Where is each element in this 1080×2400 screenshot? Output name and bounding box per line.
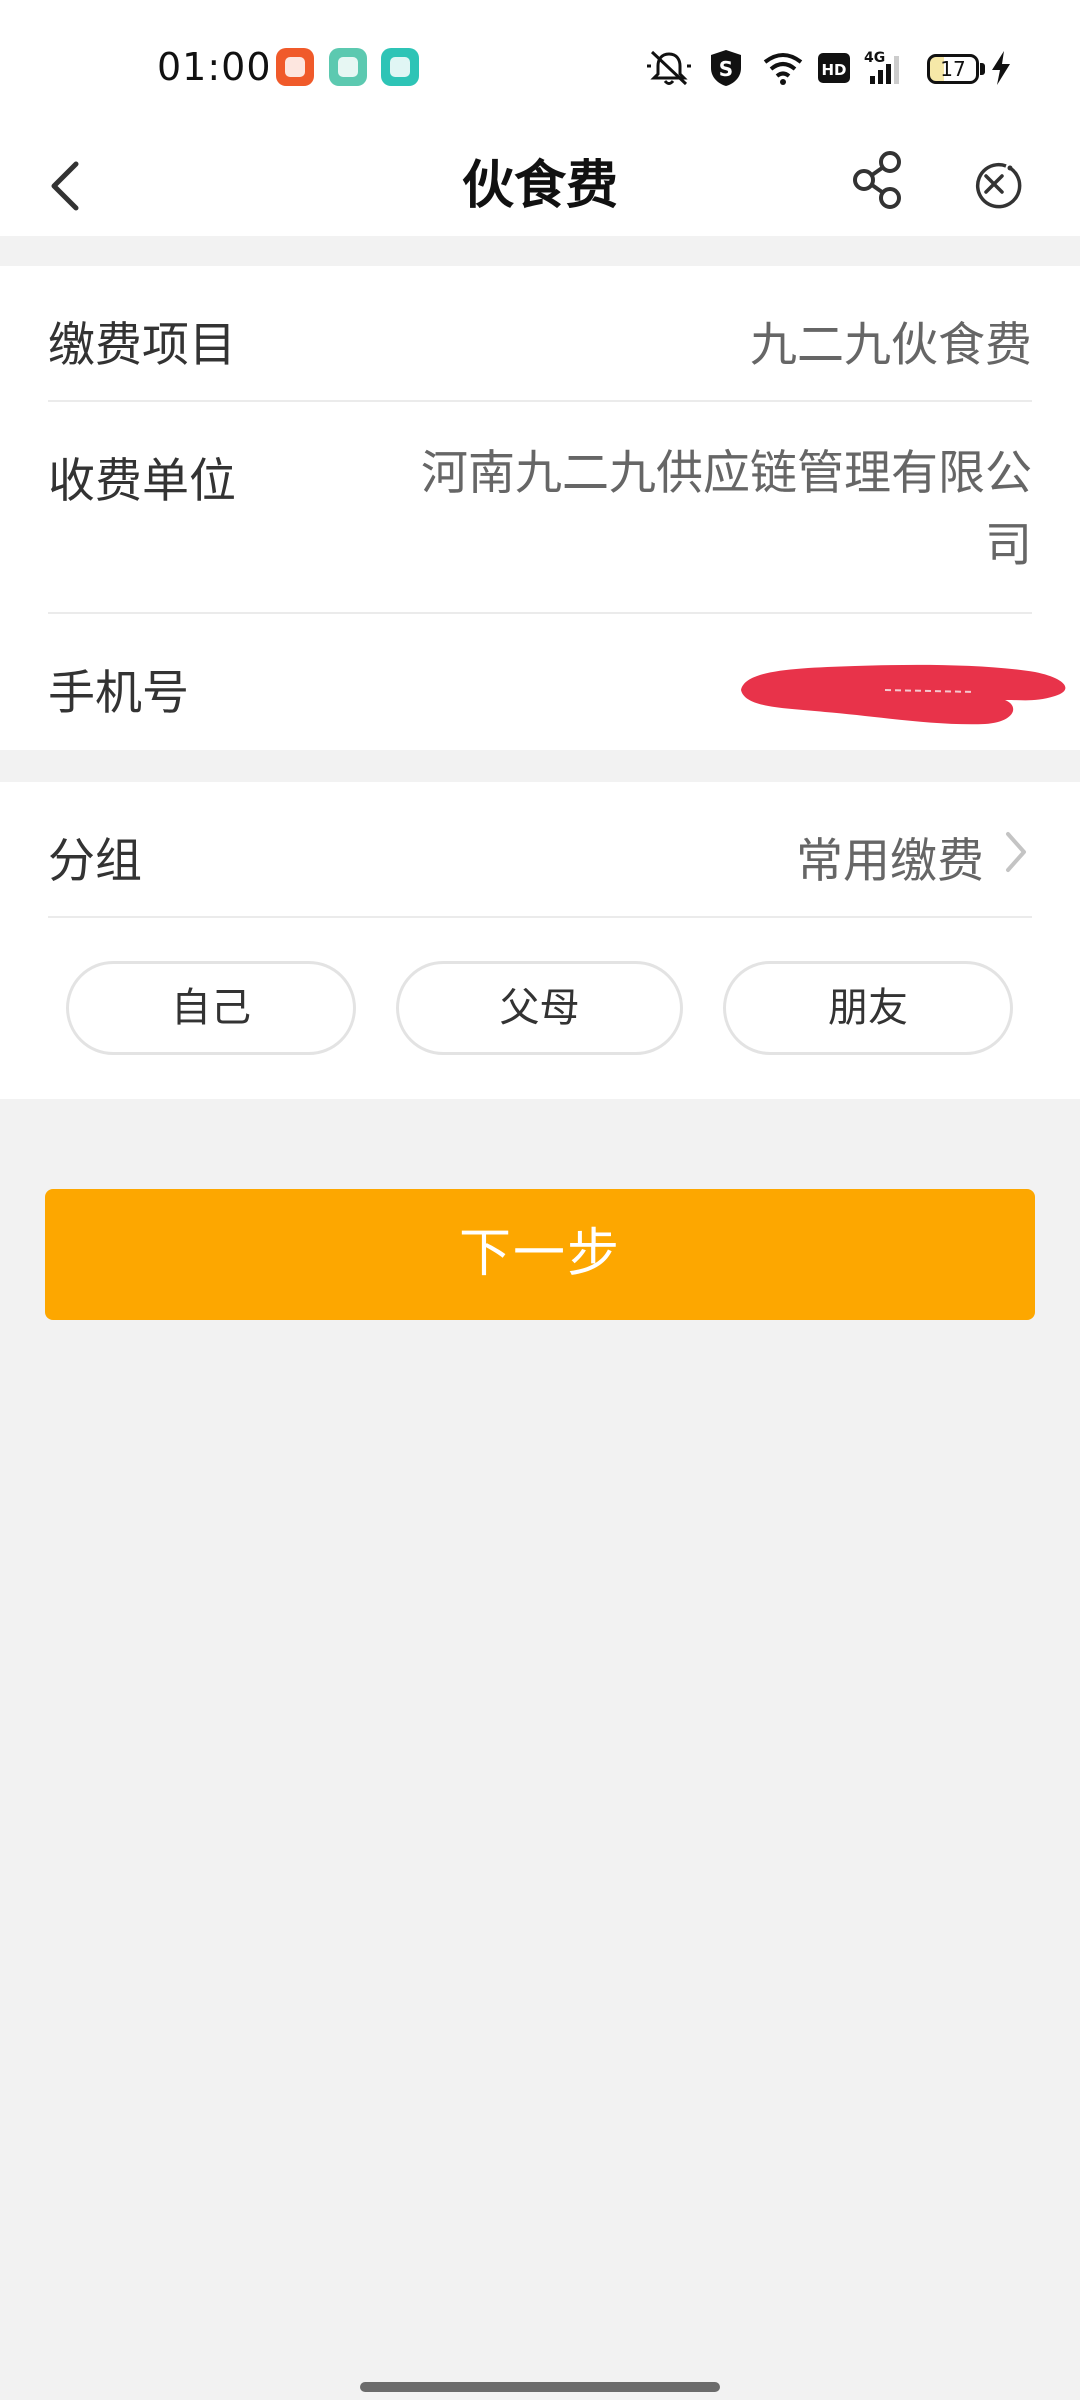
group-chip-friends[interactable]: 朋友	[723, 961, 1013, 1055]
svg-text:4G: 4G	[864, 50, 885, 66]
phone-redaction-mark	[741, 664, 1066, 725]
share-button[interactable]	[848, 144, 908, 220]
shield-s-icon: S	[708, 48, 744, 88]
group-row[interactable]: 分组 常用缴费	[48, 782, 1032, 918]
back-button[interactable]	[40, 156, 100, 216]
battery-cap	[980, 63, 985, 75]
close-circle-icon	[975, 162, 1022, 209]
project-row: 缴费项目 九二九伙食费	[48, 266, 1032, 402]
charging-bolt-icon	[990, 50, 1012, 86]
project-value: 九二九伙食费	[750, 318, 1032, 373]
home-indicator[interactable]	[360, 2382, 720, 2392]
status-time: 01:00	[157, 45, 272, 89]
gallery-notification-icon	[329, 48, 367, 86]
wifi-icon	[762, 48, 804, 88]
group-chip-self[interactable]: 自己	[66, 961, 356, 1055]
payee-label: 收费单位	[48, 454, 236, 509]
phone-label: 手机号	[48, 666, 189, 721]
group-value[interactable]: 常用缴费	[796, 822, 984, 891]
next-step-button[interactable]: 下一步	[45, 1189, 1035, 1320]
share-icon	[853, 151, 901, 209]
hd-icon: HD	[817, 48, 851, 88]
close-miniapp-button[interactable]	[966, 146, 1022, 222]
signal-4g-icon: 4G	[864, 48, 908, 88]
group-label: 分组	[48, 834, 142, 889]
project-label: 缴费项目	[48, 318, 236, 373]
chevron-left-icon	[51, 161, 79, 211]
chat-notification-icon	[381, 48, 419, 86]
group-chip-parents[interactable]: 父母	[396, 961, 683, 1055]
app-header: 伙食费	[0, 136, 1080, 236]
app-notification-icon	[276, 48, 314, 86]
payee-value: 河南九二九供应链管理有限公司	[421, 446, 1032, 573]
mute-bell-icon	[646, 48, 692, 88]
battery-icon: 17	[927, 54, 979, 84]
page-title: 伙食费	[461, 156, 618, 216]
svg-text:S: S	[719, 57, 733, 81]
group-section: 分组 常用缴费 自己 父母 朋友	[0, 782, 1080, 1099]
payee-row: 收费单位 河南九二九供应链管理有限公司	[48, 402, 1032, 614]
status-bar: 01:00 S HD 4G 17	[0, 0, 1080, 136]
chevron-right-icon	[1006, 832, 1026, 872]
svg-text:HD: HD	[821, 61, 846, 79]
